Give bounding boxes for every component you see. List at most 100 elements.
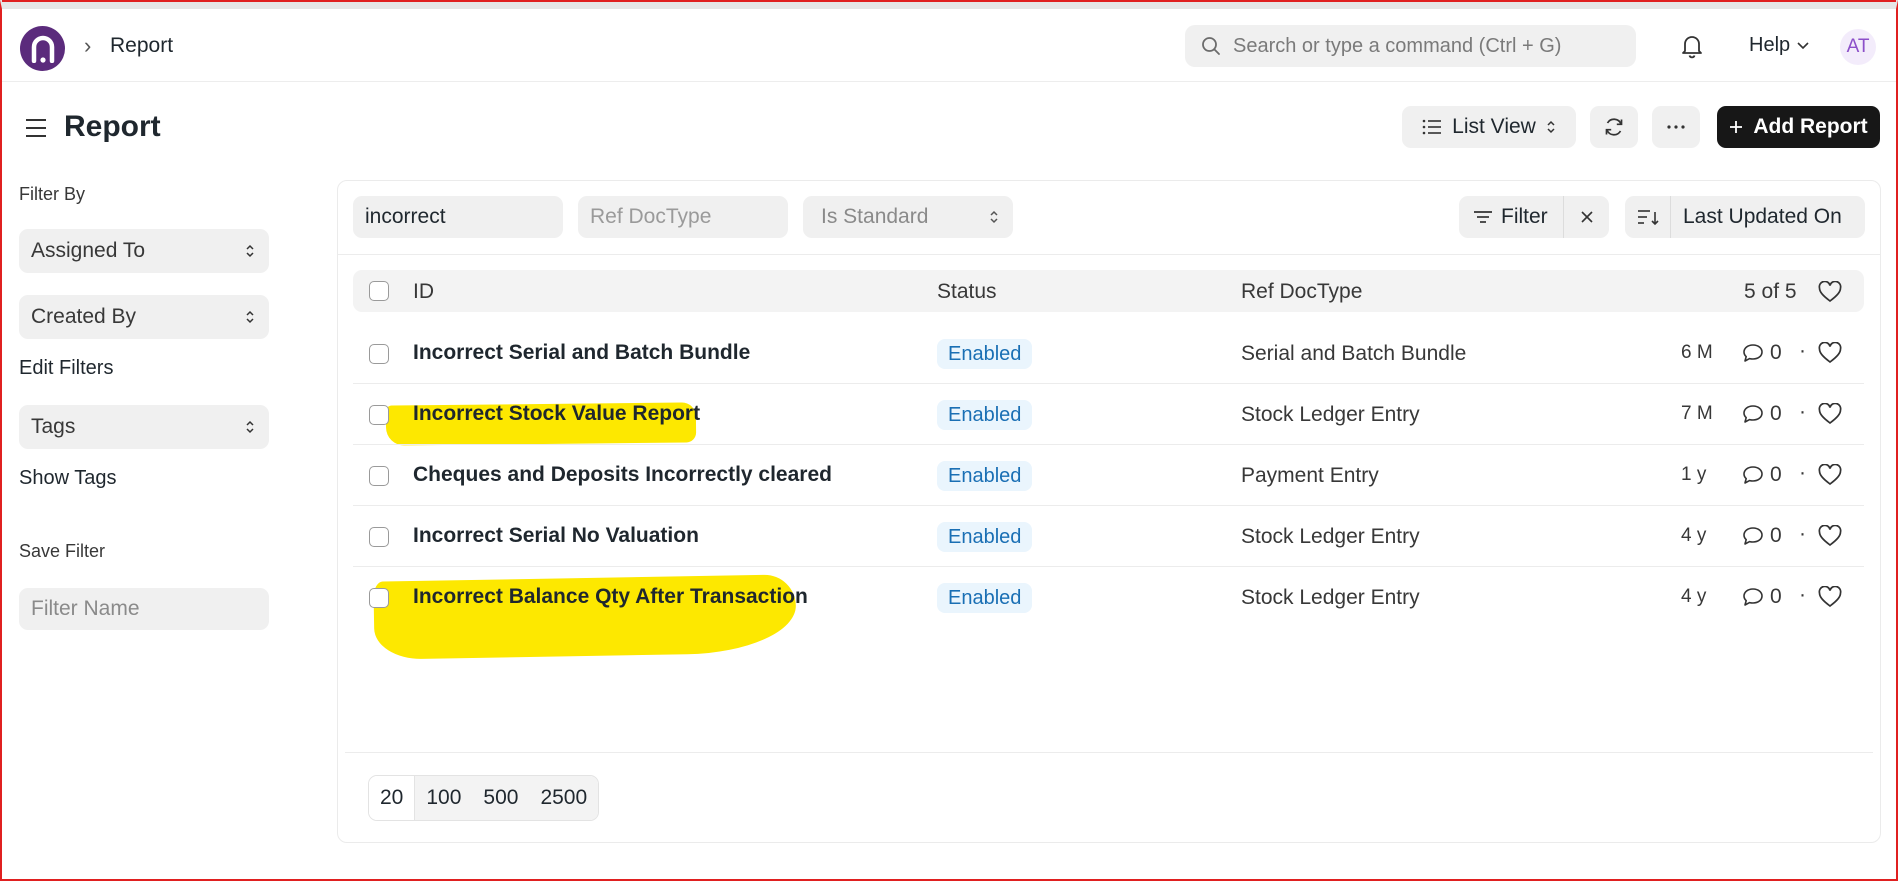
refresh-icon [1605, 118, 1623, 136]
row-title[interactable]: Cheques and Deposits Incorrectly cleared [413, 463, 832, 487]
sidebar-toggle-button[interactable] [24, 117, 48, 144]
heart-icon[interactable] [1818, 464, 1842, 486]
sort-order-button[interactable] [1625, 196, 1671, 238]
heart-icon[interactable] [1818, 342, 1842, 364]
sort-field-button[interactable]: Last Updated On [1671, 196, 1842, 238]
heart-icon[interactable] [1818, 403, 1842, 425]
chevron-right-icon: › [84, 33, 92, 58]
page-title: Report [64, 110, 161, 143]
more-actions-button[interactable] [1652, 106, 1700, 148]
assigned-to-label: Assigned To [31, 239, 146, 262]
edit-filters-link[interactable]: Edit Filters [19, 357, 113, 380]
tags-label: Tags [31, 415, 76, 438]
is-standard-label: Is Standard [821, 205, 929, 228]
row-title[interactable]: Incorrect Balance Qty After Transaction [413, 585, 808, 609]
comment-count[interactable]: 0 [1742, 524, 1782, 548]
row-modified-age: 4 y [1681, 525, 1707, 546]
comment-count[interactable]: 0 [1742, 402, 1782, 426]
column-header-id[interactable]: ID [413, 280, 434, 304]
separator-dot: · [1799, 583, 1806, 606]
chevron-down-icon [1797, 41, 1809, 49]
heart-icon[interactable] [1818, 281, 1842, 303]
ellipsis-icon [1667, 125, 1685, 129]
row-checkbox[interactable] [369, 344, 389, 364]
comment-count-value: 0 [1770, 524, 1782, 547]
notification-button[interactable] [1680, 33, 1704, 64]
row-ref-doctype: Payment Entry [1241, 464, 1379, 487]
row-checkbox[interactable] [369, 466, 389, 486]
comment-icon [1743, 466, 1763, 484]
row-checkbox[interactable] [369, 405, 389, 425]
comment-count[interactable]: 0 [1742, 463, 1782, 487]
separator-dot: · [1799, 400, 1806, 423]
select-arrows-icon [1547, 120, 1555, 134]
column-header-ref-doctype[interactable]: Ref DocType [1241, 280, 1362, 304]
page-size-2500[interactable]: 2500 [529, 776, 599, 820]
is-standard-select[interactable]: Is Standard [803, 196, 1013, 238]
show-tags-link[interactable]: Show Tags [19, 467, 116, 490]
page-size-20[interactable]: 20 [369, 776, 416, 820]
comment-count[interactable]: 0 [1742, 585, 1782, 609]
list-view-switcher[interactable]: List View [1402, 106, 1576, 148]
heart-icon[interactable] [1818, 525, 1842, 547]
comment-count[interactable]: 0 [1742, 341, 1782, 365]
ref-doctype-filter-input[interactable] [578, 196, 788, 238]
page-size-500[interactable]: 500 [472, 776, 530, 820]
list-icon [1422, 119, 1442, 135]
status-badge: Enabled [937, 461, 1033, 491]
page-length-selector: 20 100 500 2500 [368, 775, 600, 821]
comment-count-value: 0 [1770, 585, 1782, 608]
status-badge: Enabled [937, 400, 1033, 430]
refresh-button[interactable] [1590, 106, 1638, 148]
breadcrumb[interactable]: Report [110, 34, 173, 58]
assigned-to-select[interactable]: Assigned To [19, 229, 269, 273]
list-row[interactable]: Cheques and Deposits Incorrectly cleared… [353, 445, 1864, 506]
row-title[interactable]: Incorrect Stock Value Report [413, 402, 700, 426]
column-header-status[interactable]: Status [937, 280, 997, 304]
search-input[interactable] [1233, 34, 1613, 58]
filter-label: Filter [1501, 205, 1548, 228]
comment-icon [1743, 344, 1763, 362]
result-count: 5 of 5 [1744, 280, 1797, 303]
list-row[interactable]: Incorrect Serial and Batch Bundle Enable… [353, 323, 1864, 384]
help-label: Help [1749, 34, 1791, 56]
heart-icon[interactable] [1818, 586, 1842, 608]
list-row[interactable]: Incorrect Serial No Valuation Enabled St… [353, 506, 1864, 567]
separator-dot: · [1799, 339, 1806, 362]
tags-select[interactable]: Tags [19, 405, 269, 449]
list-row[interactable]: Incorrect Stock Value Report Enabled Sto… [353, 384, 1864, 445]
row-title[interactable]: Incorrect Serial and Batch Bundle [413, 341, 750, 365]
row-title[interactable]: Incorrect Serial No Valuation [413, 524, 699, 548]
select-arrows-icon [246, 244, 254, 258]
add-report-label: Add Report [1753, 115, 1868, 138]
row-ref-doctype: Serial and Batch Bundle [1241, 342, 1467, 365]
sort-descending-icon [1637, 210, 1659, 226]
created-by-select[interactable]: Created By [19, 295, 269, 339]
awesomebar[interactable] [1185, 25, 1636, 67]
filter-icon [1474, 211, 1492, 223]
comment-icon [1743, 588, 1763, 606]
filter-name-input[interactable] [19, 588, 269, 630]
status-badge: Enabled [937, 339, 1033, 369]
plus-icon [1730, 121, 1743, 133]
status-badge: Enabled [937, 583, 1033, 613]
separator-dot: · [1799, 522, 1806, 545]
add-report-button[interactable]: Add Report [1717, 106, 1880, 148]
id-filter-input[interactable] [353, 196, 563, 238]
app-logo[interactable] [20, 26, 65, 71]
row-checkbox[interactable] [369, 588, 389, 608]
page-size-100[interactable]: 100 [415, 776, 473, 820]
row-checkbox[interactable] [369, 527, 389, 547]
search-icon [1202, 37, 1220, 55]
list-view-label: List View [1452, 115, 1536, 138]
comment-count-value: 0 [1770, 402, 1782, 425]
help-dropdown[interactable]: Help [1749, 34, 1810, 57]
created-by-label: Created By [31, 305, 137, 328]
filter-button[interactable]: Filter [1459, 196, 1563, 238]
clear-filters-button[interactable] [1563, 196, 1609, 238]
list-row[interactable]: Incorrect Balance Qty After Transaction … [353, 567, 1864, 628]
select-arrows-icon [246, 310, 254, 324]
list-header: ID Status Ref DocType 5 of 5 [353, 270, 1864, 312]
select-all-checkbox[interactable] [369, 281, 389, 301]
user-avatar[interactable]: AT [1840, 29, 1876, 65]
